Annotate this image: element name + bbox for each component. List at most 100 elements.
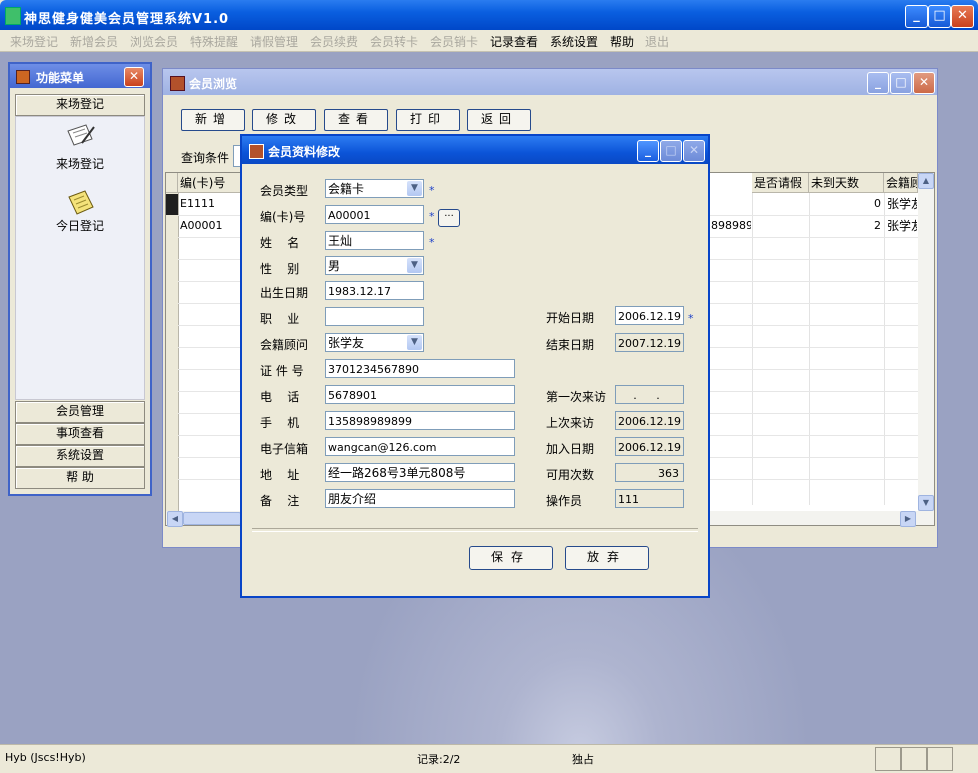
current-row-marker: [166, 194, 178, 215]
function-menu-events-button[interactable]: 事项查看: [15, 423, 145, 445]
grid-cell-phone[interactable]: 8989899: [711, 215, 751, 237]
occupation-field[interactable]: [325, 307, 424, 326]
scroll-up-arrow-icon[interactable]: ▲: [918, 173, 934, 189]
grid-cell-advisor[interactable]: 张学友: [887, 215, 917, 237]
card-no-field[interactable]: A00001: [325, 205, 424, 224]
field-label-member-type: 会员类型: [260, 184, 309, 198]
field-label-gender: 性 别: [260, 262, 300, 276]
browse-maximize-button[interactable]: □: [890, 72, 912, 94]
grid-cell-phone[interactable]: [711, 193, 751, 215]
panel-item-checkin-label[interactable]: 来场登记: [56, 155, 104, 172]
chevron-down-icon[interactable]: ▼: [407, 181, 422, 196]
close-button[interactable]: ✕: [951, 5, 974, 28]
print-button[interactable]: 打印: [396, 109, 460, 131]
grid-vertical-scrollbar[interactable]: ▲ ▼: [918, 173, 934, 525]
menu-item-leave-management[interactable]: 请假管理: [250, 33, 298, 50]
function-menu-title: 功能菜单: [36, 71, 85, 85]
field-label-operator: 操作员: [546, 494, 583, 508]
function-menu-close-button[interactable]: ✕: [124, 67, 144, 87]
field-label-mobile: 手 机: [260, 416, 300, 430]
add-button[interactable]: 新增: [181, 109, 245, 131]
operator-field: 111: [615, 489, 684, 508]
browse-titlebar: 会员浏览 _ □ ✕: [163, 69, 937, 95]
browse-minimize-button[interactable]: _: [867, 72, 889, 94]
edit-button[interactable]: 修改: [252, 109, 316, 131]
view-button[interactable]: 查看: [324, 109, 388, 131]
last-visit-field: 2006.12.19: [615, 411, 684, 430]
field-label-phone: 电 话: [260, 390, 300, 404]
required-mark: *: [688, 312, 694, 325]
menu-item-renewal[interactable]: 会员续费: [310, 33, 358, 50]
grid-cell-days[interactable]: 2: [811, 215, 881, 237]
field-label-occupation: 职 业: [260, 312, 300, 326]
minimize-button[interactable]: _: [905, 5, 928, 28]
advisor-select[interactable]: 张学友 ▼: [325, 333, 424, 352]
grid-header-leave[interactable]: 是否请假: [752, 173, 809, 193]
address-field[interactable]: 经一路268号3单元808号: [325, 463, 515, 482]
birthdate-field[interactable]: 1983.12.17: [325, 281, 424, 300]
function-menu-settings-button[interactable]: 系统设置: [15, 445, 145, 467]
dialog-minimize-button[interactable]: _: [637, 140, 659, 162]
notepad-icon[interactable]: [66, 189, 94, 215]
field-label-first-visit: 第一次来访: [546, 390, 607, 404]
menu-item-records[interactable]: 记录查看: [490, 33, 538, 50]
menu-item-browse-members[interactable]: 浏览会员: [130, 33, 178, 50]
panel-item-today-label[interactable]: 今日登记: [56, 217, 104, 234]
field-label-name: 姓 名: [260, 236, 300, 250]
field-label-join-date: 加入日期: [546, 442, 595, 456]
gender-select[interactable]: 男 ▼: [325, 256, 424, 275]
id-no-field[interactable]: 3701234567890: [325, 359, 515, 378]
menu-item-card-transfer[interactable]: 会员转卡: [370, 33, 418, 50]
advisor-value: 张学友: [328, 336, 365, 350]
dialog-titlebar: 会员资料修改 _ □ ✕: [242, 136, 708, 164]
grid-cell-advisor[interactable]: 张学友: [887, 193, 917, 215]
chevron-down-icon[interactable]: ▼: [407, 335, 422, 350]
menu-item-system-settings[interactable]: 系统设置: [550, 33, 598, 50]
field-label-remark: 备 注: [260, 494, 300, 508]
grid-cell-days[interactable]: 0: [811, 193, 881, 215]
function-menu-checkin-button[interactable]: 来场登记: [15, 94, 145, 116]
function-menu-member-mgmt-button[interactable]: 会员管理: [15, 401, 145, 423]
field-label-email: 电子信箱: [260, 442, 309, 456]
grid-header-days[interactable]: 未到天数: [809, 173, 884, 193]
chevron-down-icon[interactable]: ▼: [407, 258, 422, 273]
menu-item-card-cancel[interactable]: 会员销卡: [430, 33, 478, 50]
dialog-close-button[interactable]: ✕: [683, 140, 705, 162]
join-date-field: 2006.12.19: [615, 437, 684, 456]
phone-field[interactable]: 5678901: [325, 385, 515, 404]
save-button[interactable]: 保存: [469, 546, 553, 570]
scroll-right-arrow-icon[interactable]: ▶: [900, 511, 916, 527]
member-type-select[interactable]: 会籍卡 ▼: [325, 179, 424, 198]
email-field[interactable]: wangcan@126.com: [325, 437, 515, 456]
card-lookup-button[interactable]: ···: [438, 209, 460, 227]
scroll-left-arrow-icon[interactable]: ◀: [167, 511, 183, 527]
function-menu-help-button[interactable]: 帮 助: [15, 467, 145, 489]
app-icon: [5, 7, 21, 25]
grid-header-advisor[interactable]: 会籍顾: [884, 173, 918, 193]
status-panel: [901, 747, 927, 771]
app-title: 神思健身健美会员管理系统V1.0: [24, 12, 230, 27]
browse-close-button[interactable]: ✕: [913, 72, 935, 94]
mobile-field[interactable]: 135898989899: [325, 411, 515, 430]
field-label-remaining-uses: 可用次数: [546, 468, 595, 482]
grid-col-sep: [884, 193, 885, 505]
menu-item-checkin[interactable]: 来场登记: [10, 33, 58, 50]
dialog-icon: [249, 144, 264, 159]
menu-item-new-member[interactable]: 新增会员: [70, 33, 118, 50]
back-button[interactable]: 返回: [467, 109, 531, 131]
pen-paper-icon[interactable]: [66, 123, 95, 146]
field-label-birthdate: 出生日期: [260, 286, 309, 300]
dialog-maximize-button[interactable]: □: [660, 140, 682, 162]
cancel-button[interactable]: 放弃: [565, 546, 649, 570]
remark-field[interactable]: 朋友介绍: [325, 489, 515, 508]
function-menu-titlebar: 功能菜单 ✕: [10, 64, 150, 88]
menu-item-exit[interactable]: 退出: [645, 33, 669, 50]
maximize-button[interactable]: □: [928, 5, 951, 28]
scroll-down-arrow-icon[interactable]: ▼: [918, 495, 934, 511]
grid-col-sep: [752, 193, 753, 505]
name-field[interactable]: 王灿: [325, 231, 424, 250]
scroll-thumb[interactable]: [183, 512, 241, 525]
menu-item-help[interactable]: 帮助: [610, 33, 634, 50]
start-date-field[interactable]: 2006.12.19: [615, 306, 684, 325]
menu-item-special-reminders[interactable]: 特殊提醒: [190, 33, 238, 50]
